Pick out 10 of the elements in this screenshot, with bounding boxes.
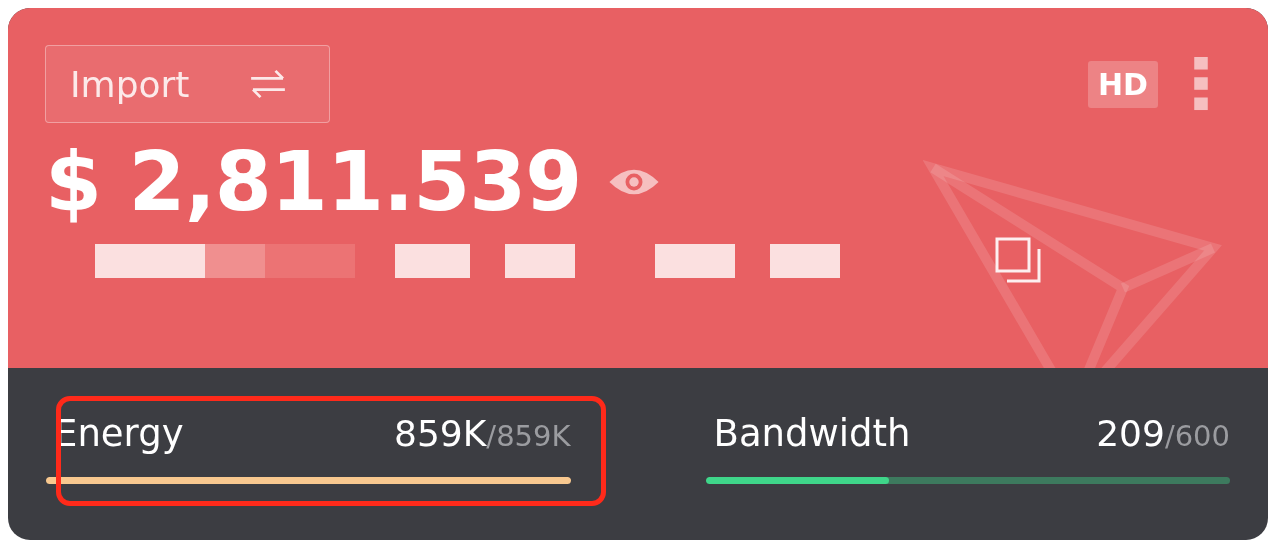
triangle-logo-icon xyxy=(923,158,1223,368)
import-button[interactable]: Import xyxy=(45,45,330,123)
resource-value: 209/600 xyxy=(1096,413,1230,454)
resource-value: 859K/859K xyxy=(394,413,571,454)
more-icon[interactable] xyxy=(1194,57,1208,111)
hd-badge: HD xyxy=(1088,60,1158,108)
copy-icon[interactable] xyxy=(995,237,1041,284)
balance-amount: $ 2,811.539 xyxy=(45,137,582,228)
swap-icon xyxy=(249,69,288,99)
resource-label: Bandwidth xyxy=(713,412,911,455)
